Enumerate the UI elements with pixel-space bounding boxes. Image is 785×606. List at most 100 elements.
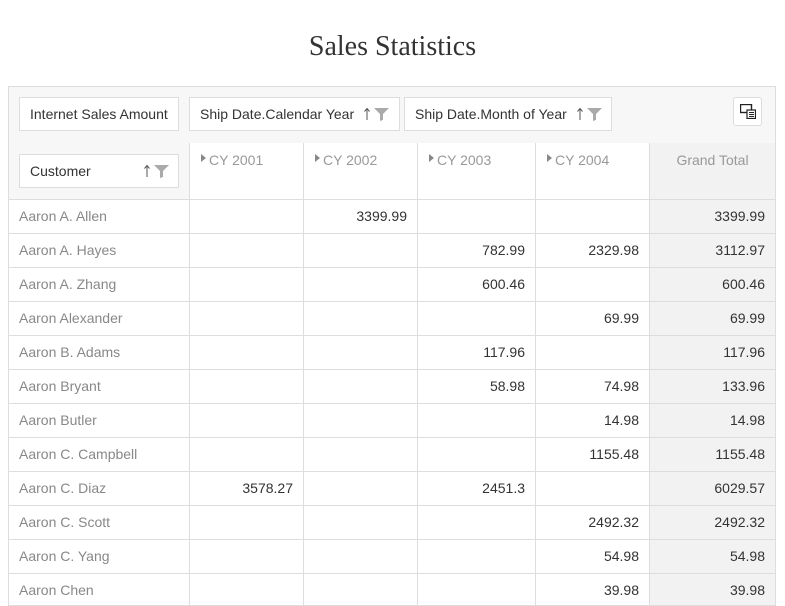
- grand-total-cell: 117.96: [649, 336, 775, 369]
- data-cell: 600.46: [417, 268, 535, 301]
- data-cell: [303, 404, 417, 437]
- data-cell: 14.98: [535, 404, 649, 437]
- field-chooser-button[interactable]: [733, 97, 762, 126]
- column-field-month-of-year[interactable]: Ship Date.Month of Year: [404, 97, 612, 131]
- row-header[interactable]: Aaron Bryant: [9, 370, 189, 403]
- data-cell: [303, 540, 417, 573]
- table-row: Aaron Alexander 69.99 69.99: [9, 301, 775, 335]
- data-cell: [189, 200, 303, 233]
- data-cell: [303, 370, 417, 403]
- table-row: Aaron Chen 39.98 39.98: [9, 573, 775, 605]
- column-header-cy-2003[interactable]: CY 2003: [417, 143, 535, 200]
- grand-total-cell: 2492.32: [649, 506, 775, 539]
- row-header[interactable]: Aaron Chen: [9, 574, 189, 605]
- pivot-rows: Aaron A. Allen 3399.99 3399.99 Aaron A. …: [9, 199, 775, 605]
- grand-total-cell: 69.99: [649, 302, 775, 335]
- expand-icon[interactable]: [201, 154, 206, 162]
- data-cell: [303, 336, 417, 369]
- row-header[interactable]: Aaron Butler: [9, 404, 189, 437]
- data-cell: 782.99: [417, 234, 535, 267]
- data-cell: [189, 438, 303, 471]
- data-cell: [303, 302, 417, 335]
- column-header-cy-2004[interactable]: CY 2004: [535, 143, 649, 200]
- data-cell: [417, 438, 535, 471]
- grand-total-cell: 3112.97: [649, 234, 775, 267]
- column-header-cy-2002[interactable]: CY 2002: [303, 143, 417, 200]
- data-cell: 74.98: [535, 370, 649, 403]
- table-row: Aaron A. Allen 3399.99 3399.99: [9, 199, 775, 233]
- table-row: Aaron A. Zhang 600.46 600.46: [9, 267, 775, 301]
- filter-icon[interactable]: [154, 165, 169, 178]
- data-cell: [417, 302, 535, 335]
- data-cell: 39.98: [535, 574, 649, 605]
- data-cell: [189, 506, 303, 539]
- column-field-label: Ship Date.Month of Year: [415, 106, 567, 122]
- data-cell: [417, 574, 535, 605]
- grand-total-cell: 6029.57: [649, 472, 775, 505]
- pivot-grid: Internet Sales Amount Ship Date.Calendar…: [8, 86, 776, 606]
- row-header[interactable]: Aaron A. Hayes: [9, 234, 189, 267]
- grand-total-cell: 39.98: [649, 574, 775, 605]
- data-cell: 69.99: [535, 302, 649, 335]
- row-field-customer[interactable]: Customer: [19, 154, 179, 188]
- grand-total-cell: 54.98: [649, 540, 775, 573]
- data-cell: [189, 268, 303, 301]
- row-header[interactable]: Aaron A. Allen: [9, 200, 189, 233]
- expand-icon[interactable]: [547, 154, 552, 162]
- data-cell: [535, 268, 649, 301]
- data-cell: [535, 336, 649, 369]
- data-cell: 3399.99: [303, 200, 417, 233]
- column-field-label: Ship Date.Calendar Year: [200, 106, 355, 122]
- table-row: Aaron A. Hayes 782.99 2329.98 3112.97: [9, 233, 775, 267]
- filter-icon[interactable]: [587, 108, 602, 121]
- column-header-label: CY 2003: [437, 152, 492, 168]
- sort-ascending-icon[interactable]: [576, 107, 584, 121]
- sort-ascending-icon[interactable]: [143, 164, 151, 178]
- row-header[interactable]: Aaron B. Adams: [9, 336, 189, 369]
- row-field-label: Customer: [30, 163, 91, 179]
- row-header[interactable]: Aaron Alexander: [9, 302, 189, 335]
- data-cell: 3578.27: [189, 472, 303, 505]
- data-cell: [189, 302, 303, 335]
- row-header[interactable]: Aaron C. Scott: [9, 506, 189, 539]
- table-row: Aaron Butler 14.98 14.98: [9, 403, 775, 437]
- sort-ascending-icon[interactable]: [363, 107, 371, 121]
- data-cell: [189, 234, 303, 267]
- column-header-label: CY 2001: [209, 152, 264, 168]
- data-cell: [535, 472, 649, 505]
- grand-total-cell: 1155.48: [649, 438, 775, 471]
- data-field-label: Internet Sales Amount: [30, 106, 168, 122]
- data-cell: [417, 404, 535, 437]
- data-cell: [535, 200, 649, 233]
- data-cell: [303, 472, 417, 505]
- row-header[interactable]: Aaron C. Yang: [9, 540, 189, 573]
- data-cell: 117.96: [417, 336, 535, 369]
- row-header[interactable]: Aaron C. Campbell: [9, 438, 189, 471]
- data-cell: [417, 200, 535, 233]
- grand-total-cell: 14.98: [649, 404, 775, 437]
- column-header-cy-2001[interactable]: CY 2001: [189, 143, 303, 200]
- data-cell: [303, 438, 417, 471]
- column-field-calendar-year[interactable]: Ship Date.Calendar Year: [189, 97, 400, 131]
- expand-icon[interactable]: [429, 154, 434, 162]
- data-cell: [417, 506, 535, 539]
- field-chooser-icon: [740, 104, 756, 119]
- grand-total-cell: 133.96: [649, 370, 775, 403]
- data-cell: [303, 234, 417, 267]
- data-cell: [303, 506, 417, 539]
- data-cell: 54.98: [535, 540, 649, 573]
- column-header-label: CY 2004: [555, 152, 610, 168]
- data-cell: [189, 540, 303, 573]
- table-row: Aaron C. Diaz 3578.27 2451.3 6029.57: [9, 471, 775, 505]
- data-cell: [189, 574, 303, 605]
- data-cell: [417, 540, 535, 573]
- table-row: Aaron C. Yang 54.98 54.98: [9, 539, 775, 573]
- data-field-internet-sales-amount[interactable]: Internet Sales Amount: [19, 97, 179, 131]
- data-cell: [303, 268, 417, 301]
- row-header[interactable]: Aaron C. Diaz: [9, 472, 189, 505]
- filter-icon[interactable]: [374, 108, 389, 121]
- data-cell: 2329.98: [535, 234, 649, 267]
- expand-icon[interactable]: [315, 154, 320, 162]
- data-cell: 1155.48: [535, 438, 649, 471]
- row-header[interactable]: Aaron A. Zhang: [9, 268, 189, 301]
